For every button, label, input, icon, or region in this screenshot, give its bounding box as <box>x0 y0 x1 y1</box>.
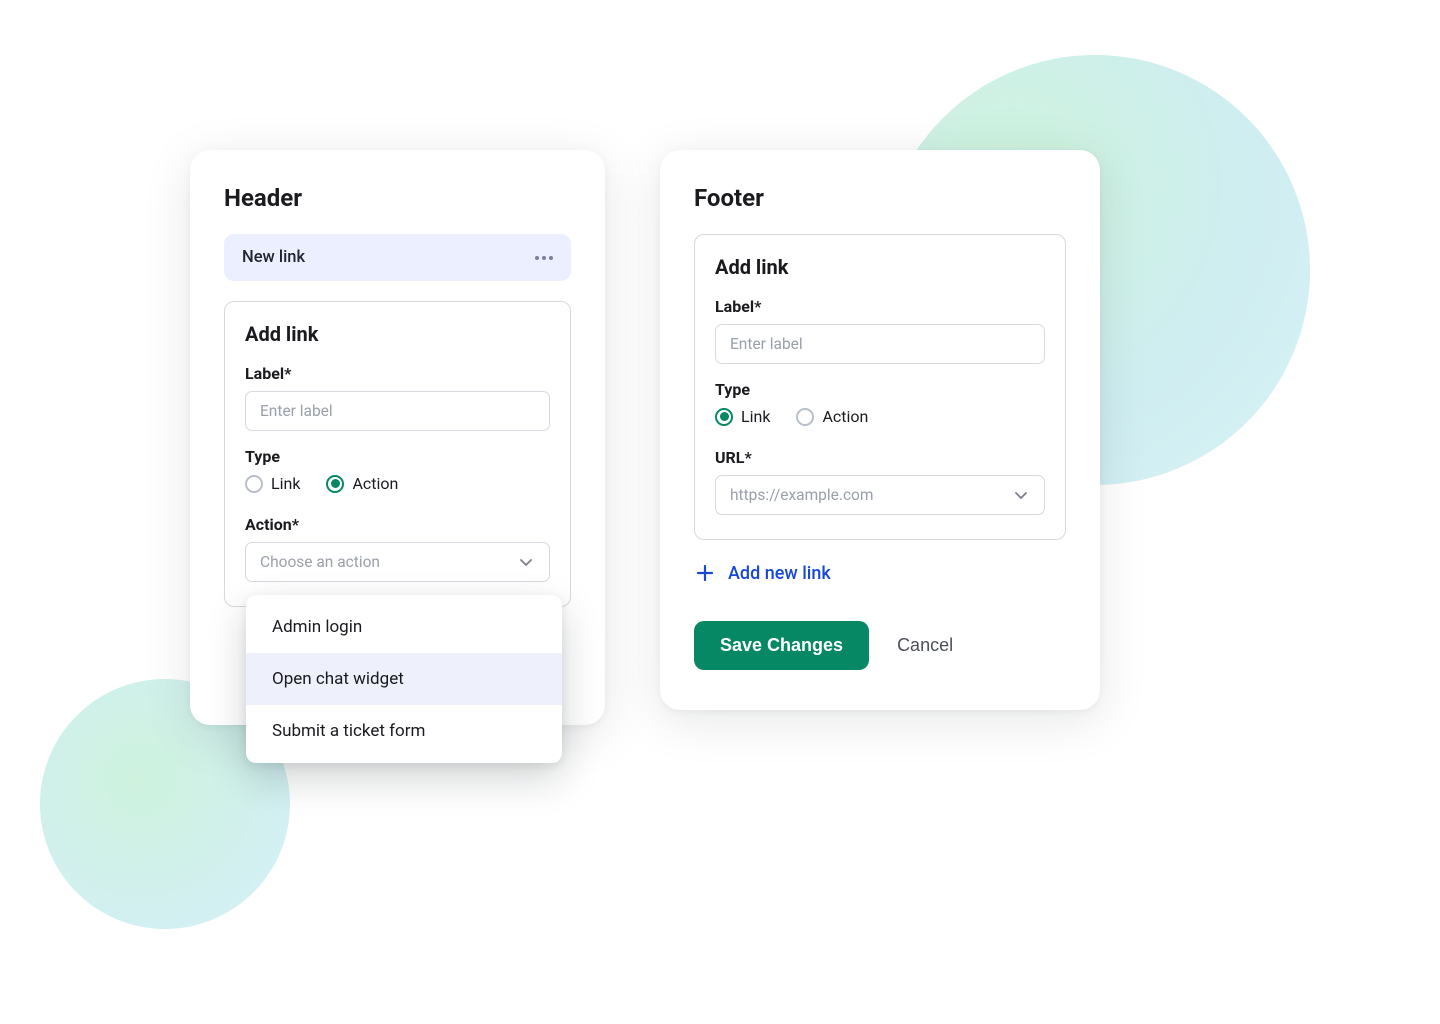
footer-add-link-form: Add link Label* Type Link Action <box>694 234 1066 540</box>
footer-type-radio-group: Link Action <box>715 407 1045 426</box>
header-card-title: Header <box>224 184 571 212</box>
footer-url-placeholder: https://example.com <box>730 486 874 504</box>
radio-icon <box>796 408 814 426</box>
footer-config-card: Footer Add link Label* Type Link Action <box>660 150 1100 710</box>
header-type-radio-group: Link Action <box>245 474 550 493</box>
more-icon[interactable] <box>535 256 553 260</box>
save-button[interactable]: Save Changes <box>694 621 869 670</box>
header-action-dropdown: Admin login Open chat widget Submit a ti… <box>246 595 562 763</box>
header-form-title: Add link <box>245 322 550 346</box>
footer-label-input[interactable] <box>715 324 1045 364</box>
header-add-link-form: Add link Label* Type Link Action <box>224 301 571 607</box>
header-label-input[interactable] <box>245 391 550 431</box>
footer-form-title: Add link <box>715 255 1045 279</box>
footer-type-field-label: Type <box>715 380 1045 399</box>
footer-button-row: Save Changes Cancel <box>694 621 1066 670</box>
radio-icon <box>715 408 733 426</box>
radio-label: Action <box>822 407 868 426</box>
footer-type-option-action[interactable]: Action <box>796 407 868 426</box>
radio-icon <box>245 475 263 493</box>
radio-label: Link <box>741 407 770 426</box>
header-action-field-label: Action* <box>245 515 550 534</box>
footer-label-field-label: Label* <box>715 297 1045 316</box>
header-label-field-label: Label* <box>245 364 550 383</box>
header-action-select[interactable]: Choose an action <box>245 542 550 582</box>
footer-card-title: Footer <box>694 184 1066 212</box>
footer-type-option-link[interactable]: Link <box>715 407 770 426</box>
header-action-select-placeholder: Choose an action <box>260 553 380 571</box>
radio-label: Action <box>352 474 398 493</box>
footer-url-field-label: URL* <box>715 448 1045 467</box>
action-option-open-chat-widget[interactable]: Open chat widget <box>246 653 562 705</box>
header-type-option-link[interactable]: Link <box>245 474 300 493</box>
chevron-down-icon <box>517 553 535 571</box>
header-type-option-action[interactable]: Action <box>326 474 398 493</box>
radio-label: Link <box>271 474 300 493</box>
header-type-field-label: Type <box>245 447 550 466</box>
plus-icon <box>694 562 716 584</box>
action-option-admin-login[interactable]: Admin login <box>246 601 562 653</box>
new-link-label: New link <box>242 248 305 267</box>
add-new-link-button[interactable]: Add new link <box>694 562 831 584</box>
chevron-down-icon <box>1012 486 1030 504</box>
new-link-pill[interactable]: New link <box>224 234 571 281</box>
cancel-button[interactable]: Cancel <box>897 635 953 656</box>
radio-icon <box>326 475 344 493</box>
action-option-submit-ticket-form[interactable]: Submit a ticket form <box>246 705 562 757</box>
footer-url-input[interactable]: https://example.com <box>715 475 1045 515</box>
add-new-link-label: Add new link <box>728 563 831 584</box>
